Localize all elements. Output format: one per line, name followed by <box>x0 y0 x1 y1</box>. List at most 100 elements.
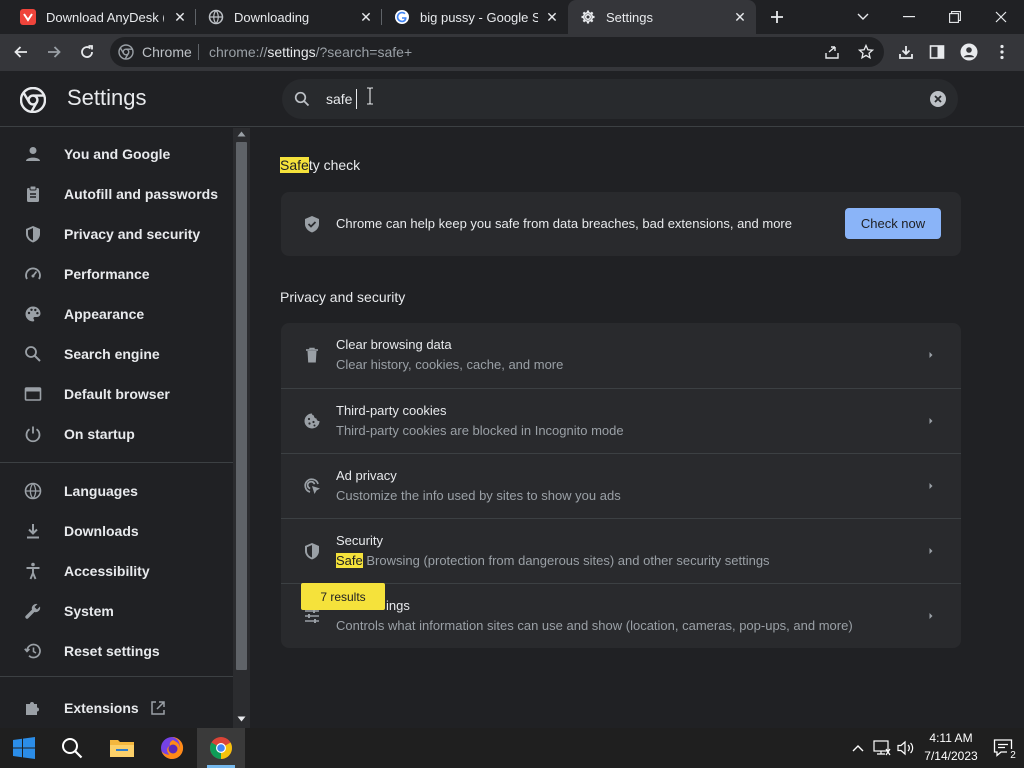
row-ad-privacy[interactable]: Ad privacy Customize the info used by si… <box>281 453 961 518</box>
sidebar-item-label: Languages <box>64 483 138 499</box>
person-icon <box>26 147 40 161</box>
sidebar-item-label: Appearance <box>64 306 145 322</box>
show-hidden-icons-button[interactable] <box>846 728 870 768</box>
accessibility-icon <box>26 562 40 580</box>
downloads-button[interactable] <box>891 37 921 67</box>
download-icon <box>27 524 39 539</box>
search-highlight: Safe <box>336 553 363 568</box>
new-tab-button[interactable] <box>762 2 792 32</box>
settings-search-input[interactable]: safe <box>282 79 958 119</box>
taskbar-clock-date[interactable]: 7/14/2023 <box>921 749 981 763</box>
firefox-button[interactable] <box>148 728 196 768</box>
row-title: Clear browsing data <box>336 337 452 352</box>
arrow-left-icon <box>14 46 27 58</box>
sidebar-item-appearance[interactable]: Appearance <box>0 294 233 334</box>
menu-button[interactable] <box>987 37 1017 67</box>
scroll-up-arrow-icon[interactable] <box>237 131 246 137</box>
row-security[interactable]: Security Safe Browsing (protection from … <box>281 518 961 583</box>
chrome-logo-icon <box>19 86 47 118</box>
sidebar-item-performance[interactable]: Performance <box>0 254 233 294</box>
settings-main: Safety check Chrome can help keep you sa… <box>250 128 1024 728</box>
folder-icon <box>110 740 134 757</box>
sidebar-item-default-browser[interactable]: Default browser <box>0 374 233 414</box>
tab-label: Settings <box>606 9 653 25</box>
history-icon <box>24 643 41 659</box>
shield-icon <box>305 543 319 560</box>
network-icon <box>873 740 891 756</box>
tab-settings[interactable]: Settings ✕ <box>568 0 756 34</box>
restore-button[interactable] <box>932 0 978 34</box>
back-button[interactable] <box>6 37 36 67</box>
cookie-icon <box>304 413 320 429</box>
safety-check-card: Chrome can help keep you safe from data … <box>281 192 961 256</box>
more-vert-icon <box>1000 44 1004 60</box>
volume-button[interactable] <box>894 728 918 768</box>
close-window-button[interactable] <box>978 0 1024 34</box>
arrow-right-icon <box>48 46 61 58</box>
file-explorer-button[interactable] <box>98 728 146 768</box>
reload-button[interactable] <box>72 37 102 67</box>
share-icon[interactable] <box>824 44 840 65</box>
row-third-party-cookies[interactable]: Third-party cookies Third-party cookies … <box>281 388 961 453</box>
sidebar-item-search-engine[interactable]: Search engine <box>0 334 233 374</box>
scrollbar-thumb[interactable] <box>236 142 247 670</box>
taskbar-search-button[interactable] <box>48 728 96 768</box>
safety-check-heading: Safety check <box>280 157 360 173</box>
profile-button[interactable] <box>954 37 984 67</box>
chrome-taskbar-button[interactable] <box>197 728 245 768</box>
url-text[interactable]: chrome://settings/?search=safe+ <box>209 37 412 67</box>
tab-anydesk[interactable]: Download AnyDesk (Po ✕ <box>8 0 196 34</box>
tab-search-button[interactable] <box>840 0 886 34</box>
palette-icon <box>25 306 41 322</box>
network-button[interactable] <box>870 728 894 768</box>
tab-downloading[interactable]: Downloading ✕ <box>196 0 382 34</box>
row-subtitle: Customize the info used by sites to show… <box>336 488 621 503</box>
tab-google-search[interactable]: big pussy - Google Sea ✕ <box>382 0 568 34</box>
row-subtitle-rest: Browsing (protection from dangerous site… <box>362 553 770 568</box>
clear-search-button[interactable] <box>930 91 946 112</box>
forward-button[interactable] <box>39 37 69 67</box>
minimize-button[interactable] <box>886 0 932 34</box>
arrow-right-icon <box>929 483 933 489</box>
sidebar-item-autofill[interactable]: Autofill and passwords <box>0 174 233 214</box>
chrome-icon[interactable] <box>118 44 134 65</box>
sidebar-item-downloads[interactable]: Downloads <box>0 511 233 551</box>
sidebar-item-you-and-google[interactable]: You and Google <box>0 134 233 174</box>
sidebar-item-privacy[interactable]: Privacy and security <box>0 214 233 254</box>
shield-check-icon <box>305 216 319 233</box>
star-icon[interactable] <box>857 43 875 65</box>
close-icon[interactable]: ✕ <box>358 9 374 25</box>
settings-sidebar: You and Google Autofill and passwords Pr… <box>0 128 233 728</box>
sidebar-item-on-startup[interactable]: On startup <box>0 414 233 454</box>
row-clear-browsing-data[interactable]: Clear browsing data Clear history, cooki… <box>281 323 961 388</box>
omnibox-separator <box>198 44 199 60</box>
site-chip-label: Chrome <box>142 44 192 60</box>
clipboard-icon <box>27 185 39 202</box>
start-button[interactable] <box>0 728 48 768</box>
scroll-down-arrow-icon[interactable] <box>237 716 246 722</box>
address-bar[interactable]: Chrome chrome://settings/?search=safe+ <box>110 37 884 67</box>
search-highlight: Safe <box>280 157 309 173</box>
sidebar-item-accessibility[interactable]: Accessibility <box>0 551 233 591</box>
sidebar-item-system[interactable]: System <box>0 591 233 631</box>
close-icon <box>995 11 1007 23</box>
browser-toolbar: Chrome chrome://settings/?search=safe+ <box>0 34 1024 71</box>
sidebar-item-reset-settings[interactable]: Reset settings <box>0 631 233 671</box>
side-panel-button[interactable] <box>922 37 952 67</box>
search-icon <box>25 346 41 362</box>
sidebar-item-label: Performance <box>64 266 150 282</box>
row-subtitle: Clear history, cookies, cache, and more <box>336 357 564 372</box>
sidebar-item-extensions[interactable]: Extensions <box>0 688 233 728</box>
ibeam-cursor-icon <box>366 87 374 110</box>
sidebar-item-label: Default browser <box>64 386 170 402</box>
sidebar-item-label: Extensions <box>64 700 139 716</box>
close-icon[interactable]: ✕ <box>732 9 748 25</box>
sidebar-item-languages[interactable]: Languages <box>0 471 233 511</box>
check-now-button[interactable]: Check now <box>845 208 941 239</box>
row-title: Ad privacy <box>336 468 397 483</box>
taskbar-clock-time[interactable]: 4:11 AM <box>925 731 977 745</box>
sidebar-scrollbar[interactable] <box>233 128 250 728</box>
notification-center-button[interactable]: 2 <box>986 728 1020 768</box>
close-icon[interactable]: ✕ <box>172 9 188 25</box>
close-icon[interactable]: ✕ <box>544 9 560 25</box>
